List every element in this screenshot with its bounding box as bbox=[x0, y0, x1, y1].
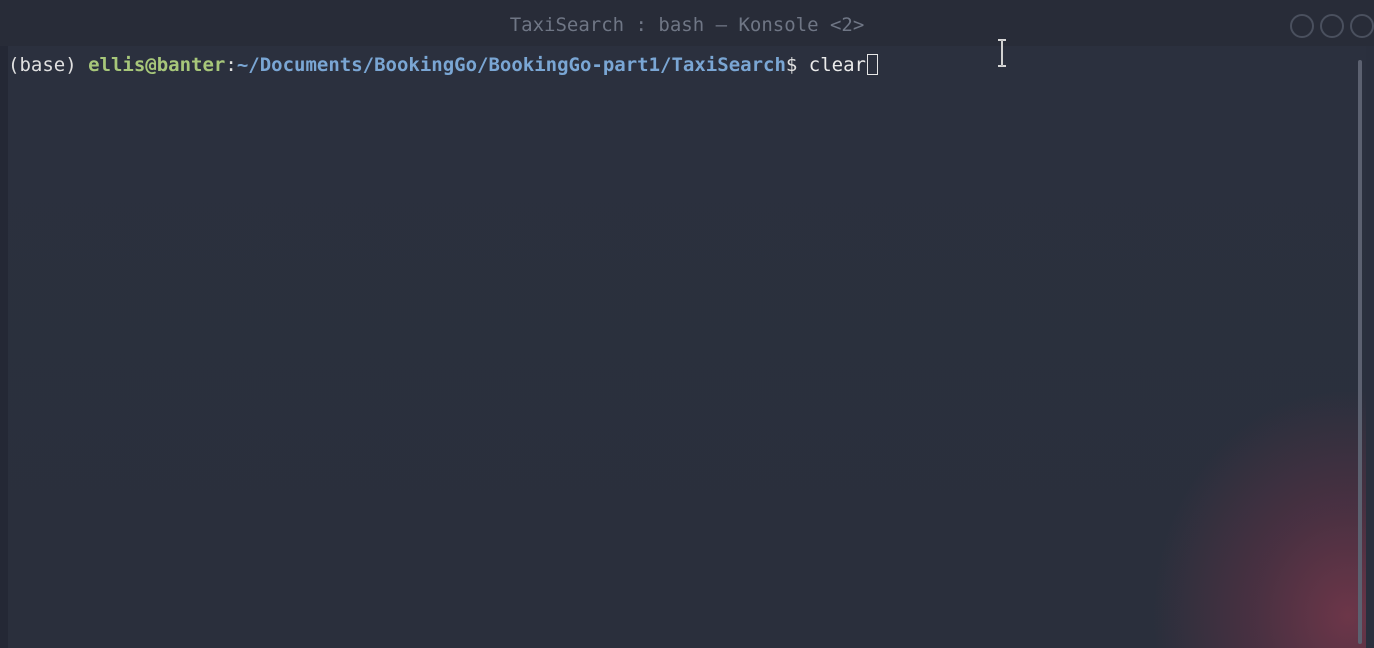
title-bar[interactable]: TaxiSearch : bash — Konsole <2> bbox=[0, 0, 1374, 46]
text-cursor bbox=[866, 54, 878, 75]
maximize-button[interactable] bbox=[1320, 14, 1344, 38]
prompt-separator: : bbox=[225, 54, 237, 76]
close-button[interactable] bbox=[1350, 14, 1374, 38]
user-host: ellis@banter bbox=[88, 54, 226, 76]
prompt-symbol: $ bbox=[785, 54, 809, 76]
window-controls bbox=[1290, 14, 1374, 42]
window-title: TaxiSearch : bash — Konsole <2> bbox=[509, 14, 865, 36]
konsole-window: TaxiSearch : bash — Konsole <2> (base) e… bbox=[0, 0, 1374, 648]
terminal-area[interactable] bbox=[8, 46, 1366, 648]
terminal-scrollbar[interactable] bbox=[1358, 60, 1362, 644]
terminal-prompt-line: (base) ellis@banter:~/Documents/BookingG… bbox=[8, 52, 878, 78]
text-ibeam-icon bbox=[998, 39, 1006, 67]
typed-command: clear bbox=[808, 54, 866, 76]
minimize-button[interactable] bbox=[1290, 14, 1314, 38]
conda-env-label: (base) bbox=[8, 54, 89, 76]
window-left-border bbox=[0, 46, 8, 648]
working-directory: ~/Documents/BookingGo/BookingGo-part1/Ta… bbox=[236, 54, 786, 76]
